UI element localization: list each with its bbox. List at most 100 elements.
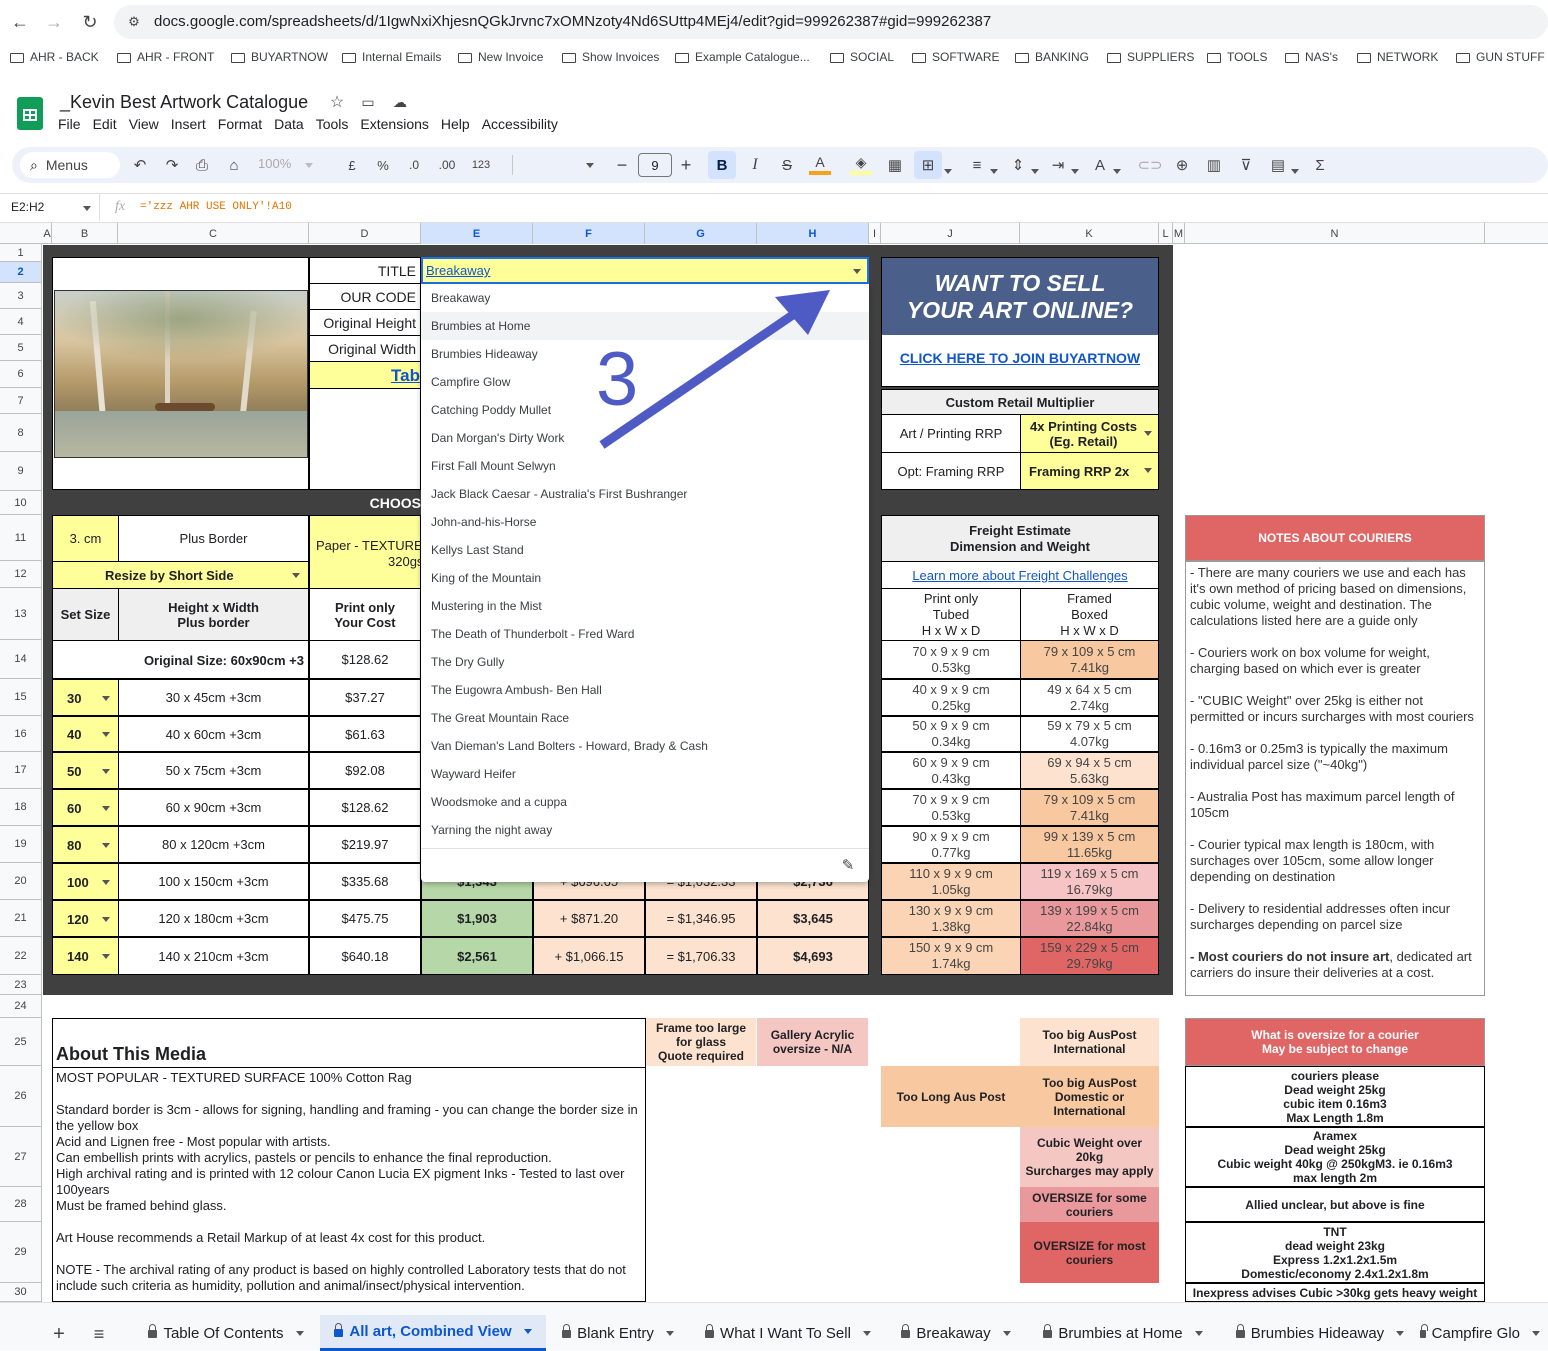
- set-size-dropdown[interactable]: 80: [52, 826, 119, 863]
- link-icon[interactable]: ⊂⊃: [1137, 155, 1162, 175]
- dropdown-option[interactable]: Yarning the night away: [421, 816, 869, 844]
- bookmark-item[interactable]: BANKING: [1015, 50, 1089, 64]
- sheet-tab[interactable]: Brumbies at Home: [1026, 1315, 1220, 1351]
- row-header-8[interactable]: 8: [0, 414, 41, 452]
- set-size-dropdown[interactable]: 50: [52, 752, 119, 789]
- column-header-b[interactable]: B: [52, 223, 118, 244]
- tab-link-cell[interactable]: Tab: [309, 361, 421, 389]
- bookmark-item[interactable]: Example Catalogue...: [675, 50, 810, 64]
- frame-rrp-dropdown[interactable]: Framing RRP 2x: [1020, 452, 1159, 490]
- set-size-dropdown[interactable]: 120: [52, 900, 119, 937]
- menu-tools[interactable]: Tools: [316, 116, 349, 138]
- formula-input[interactable]: ='zzz AHR USE ONLY'!A10: [140, 201, 292, 213]
- row-header-9[interactable]: 9: [0, 452, 41, 491]
- bookmark-item[interactable]: Show Invoices: [562, 50, 659, 64]
- strikethrough-icon[interactable]: S: [777, 155, 797, 175]
- border-size-cell[interactable]: 3. cm: [52, 515, 119, 562]
- filter-views-icon[interactable]: ▤: [1268, 155, 1288, 175]
- title-dropdown-cell[interactable]: Breakaway: [421, 257, 869, 284]
- row-header-13[interactable]: 13: [0, 588, 41, 640]
- font-size-decrease[interactable]: −: [612, 155, 632, 175]
- bookmark-item[interactable]: NETWORK: [1357, 50, 1438, 64]
- bookmark-item[interactable]: GUN STUFF: [1456, 50, 1545, 64]
- functions-icon[interactable]: Σ: [1310, 155, 1330, 175]
- menu-edit[interactable]: Edit: [93, 116, 117, 138]
- column-header-j[interactable]: J: [881, 223, 1020, 244]
- row-header-12[interactable]: 12: [0, 561, 41, 588]
- column-header-m[interactable]: M: [1173, 223, 1185, 244]
- bookmark-item[interactable]: AHR - BACK: [10, 50, 99, 64]
- dropdown-option[interactable]: Woodsmoke and a cuppa: [421, 788, 869, 816]
- row-header-11[interactable]: 11: [0, 515, 41, 561]
- menu-extensions[interactable]: Extensions: [360, 116, 428, 138]
- fill-color-icon[interactable]: ◈: [850, 153, 872, 175]
- bookmark-item[interactable]: New Invoice: [458, 50, 543, 64]
- menu-view[interactable]: View: [129, 116, 159, 138]
- bookmark-item[interactable]: TOOLS: [1207, 50, 1267, 64]
- row-header-6[interactable]: 6: [0, 361, 41, 388]
- bookmark-item[interactable]: SOCIAL: [830, 50, 894, 64]
- row-header-5[interactable]: 5: [0, 335, 41, 361]
- row-header-14[interactable]: 14: [0, 640, 41, 679]
- undo-icon[interactable]: ↶: [130, 155, 150, 175]
- sheet-tab[interactable]: All art, Combined View: [320, 1315, 546, 1351]
- vertical-align-icon[interactable]: ⇕: [1008, 155, 1028, 175]
- row-header-24[interactable]: 24: [0, 995, 41, 1018]
- column-header-d[interactable]: D: [309, 223, 421, 244]
- comment-icon[interactable]: ⊕: [1172, 155, 1192, 175]
- menu-insert[interactable]: Insert: [171, 116, 206, 138]
- row-header-23[interactable]: 23: [0, 975, 41, 995]
- site-info-icon[interactable]: ⚙: [124, 12, 144, 32]
- row-header-17[interactable]: 17: [0, 752, 41, 789]
- add-sheet-icon[interactable]: +: [48, 1323, 70, 1345]
- currency-button[interactable]: £: [342, 155, 362, 175]
- row-header-1[interactable]: 1: [0, 245, 41, 262]
- dropdown-option[interactable]: The Great Mountain Race: [421, 704, 869, 732]
- bookmark-item[interactable]: BUYARTNOW: [231, 50, 328, 64]
- dropdown-option[interactable]: John-and-his-Horse: [421, 508, 869, 536]
- forward-icon[interactable]: →: [42, 10, 66, 34]
- menu-accessibility[interactable]: Accessibility: [482, 116, 558, 138]
- row-header-21[interactable]: 21: [0, 900, 41, 937]
- set-size-dropdown[interactable]: 140: [52, 937, 119, 975]
- redo-icon[interactable]: ↷: [162, 155, 182, 175]
- resize-dropdown[interactable]: Resize by Short Side: [52, 561, 309, 589]
- row-header-7[interactable]: 7: [0, 388, 41, 414]
- row-header-26[interactable]: 26: [0, 1066, 41, 1127]
- dropdown-option[interactable]: The Death of Thunderbolt - Fred Ward: [421, 620, 869, 648]
- row-header-25[interactable]: 25: [0, 1018, 41, 1066]
- text-wrap-icon[interactable]: ⇥: [1048, 155, 1068, 175]
- horizontal-align-icon[interactable]: ≡: [967, 155, 987, 175]
- join-buyartnow-link[interactable]: CLICK HERE TO JOIN BUYARTNOW: [882, 350, 1158, 366]
- text-rotation-icon[interactable]: A: [1090, 155, 1110, 175]
- sheet-tab[interactable]: Brumbies Hideaway: [1220, 1315, 1420, 1351]
- column-header-n[interactable]: N: [1185, 223, 1485, 244]
- menus-search[interactable]: ⌕ Menus: [20, 152, 120, 178]
- row-header-30[interactable]: 30: [0, 1283, 41, 1302]
- zoom-select[interactable]: 100%: [258, 156, 313, 171]
- menu-format[interactable]: Format: [218, 116, 262, 138]
- row-header-18[interactable]: 18: [0, 789, 41, 826]
- column-header-l[interactable]: L: [1159, 223, 1173, 244]
- row-header-10[interactable]: 10: [0, 491, 41, 515]
- row-header-20[interactable]: 20: [0, 863, 41, 900]
- row-header-27[interactable]: 27: [0, 1127, 41, 1187]
- bookmark-item[interactable]: AHR - FRONT: [117, 50, 214, 64]
- column-header-g[interactable]: G: [645, 223, 757, 244]
- bookmark-item[interactable]: SOFTWARE: [912, 50, 1000, 64]
- font-size-input[interactable]: 9: [638, 153, 672, 177]
- reload-icon[interactable]: ↻: [78, 10, 102, 34]
- all-sheets-icon[interactable]: ≡: [88, 1323, 110, 1345]
- bold-button[interactable]: B: [708, 151, 736, 179]
- text-color-icon[interactable]: A: [809, 153, 831, 175]
- decrease-decimal-button[interactable]: .0: [402, 155, 426, 175]
- row-header-15[interactable]: 15: [0, 679, 41, 716]
- sheet-tab[interactable]: Campfire Glo: [1420, 1315, 1540, 1351]
- column-header-c[interactable]: C: [118, 223, 309, 244]
- chart-icon[interactable]: ▥: [1204, 155, 1224, 175]
- set-size-dropdown[interactable]: 100: [52, 863, 119, 900]
- set-size-dropdown[interactable]: 30: [52, 679, 119, 716]
- bookmark-item[interactable]: SUPPLIERS: [1107, 50, 1194, 64]
- paint-format-icon[interactable]: ⌂: [224, 155, 244, 175]
- row-header-29[interactable]: 29: [0, 1222, 41, 1283]
